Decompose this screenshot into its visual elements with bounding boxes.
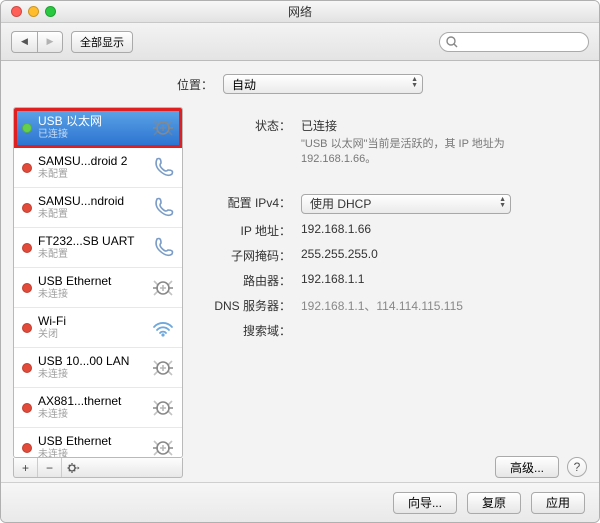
sidebar-item[interactable]: USB 10...00 LAN未连接 (14, 348, 182, 388)
dns-value: 192.168.1.1、114.114.115.115 (301, 297, 587, 314)
interface-status: 未连接 (38, 409, 144, 421)
phone-icon (150, 195, 176, 221)
interface-name: FT232...SB UART (38, 235, 144, 249)
status-dot-icon (22, 403, 32, 413)
search-domain-label: 搜索域： (201, 322, 301, 339)
ethernet-icon (150, 395, 176, 421)
back-button[interactable]: ◀ (11, 31, 37, 53)
action-menu-button[interactable] (62, 458, 86, 477)
status-dot-icon (22, 283, 32, 293)
status-dot-icon (22, 363, 32, 373)
interface-name: USB 以太网 (38, 115, 144, 129)
sidebar-item[interactable]: Wi-Fi关闭 (14, 308, 182, 348)
gear-icon (67, 462, 81, 474)
assist-label: 向导... (408, 494, 442, 511)
search-field[interactable] (439, 32, 589, 52)
advanced-label: 高级... (510, 459, 544, 476)
location-value: 自动 (232, 76, 256, 93)
ethernet-icon (150, 435, 176, 459)
show-all-label: 全部显示 (80, 34, 124, 50)
sidebar-item[interactable]: USB Ethernet未连接 (14, 428, 182, 458)
interface-status: 未配置 (38, 249, 144, 261)
sidebar-item[interactable]: FT232...SB UART未配置 (14, 228, 182, 268)
router-value: 192.168.1.1 (301, 272, 587, 286)
show-all-button[interactable]: 全部显示 (71, 31, 133, 53)
interface-status: 已连接 (38, 129, 144, 141)
router-label: 路由器： (201, 272, 301, 289)
sidebar-item[interactable]: SAMSU...droid 2未配置 (14, 148, 182, 188)
search-icon (445, 35, 459, 49)
titlebar: 网络 (1, 1, 599, 23)
sidebar-item[interactable]: USB Ethernet未连接 (14, 268, 182, 308)
ipv4-config-select[interactable]: 使用 DHCP ▲▼ (301, 194, 511, 214)
status-dot-icon (22, 323, 32, 333)
search-input[interactable] (439, 32, 589, 52)
updown-icon: ▲▼ (411, 77, 418, 89)
interface-status: 未配置 (38, 169, 144, 181)
interface-list[interactable]: USB 以太网已连接SAMSU...droid 2未配置SAMSU...ndro… (13, 107, 183, 458)
ethernet-icon (150, 115, 176, 141)
phone-icon (150, 155, 176, 181)
location-select[interactable]: 自动 ▲▼ (223, 74, 423, 94)
remove-interface-button[interactable]: − (38, 458, 62, 477)
status-dot-icon (22, 163, 32, 173)
add-interface-button[interactable]: + (14, 458, 38, 477)
ip-address-value: 192.168.1.66 (301, 222, 587, 236)
interface-name: USB 10...00 LAN (38, 355, 144, 369)
apply-label: 应用 (546, 494, 570, 511)
interface-name: USB Ethernet (38, 275, 144, 289)
assist-button[interactable]: 向导... (393, 492, 457, 514)
interface-name: AX881...thernet (38, 395, 144, 409)
sidebar-item[interactable]: AX881...thernet未连接 (14, 388, 182, 428)
detail-pane: 状态： 已连接 "USB 以太网"当前是活跃的，其 IP 地址为 192.168… (201, 107, 587, 478)
interface-name: SAMSU...droid 2 (38, 155, 144, 169)
sidebar-item[interactable]: SAMSU...ndroid未配置 (14, 188, 182, 228)
ethernet-icon (150, 355, 176, 381)
revert-button[interactable]: 复原 (467, 492, 521, 514)
footer: 向导... 复原 应用 (1, 482, 599, 522)
help-button[interactable]: ? (567, 457, 587, 477)
interface-status: 未连接 (38, 369, 144, 381)
advanced-button[interactable]: 高级... (495, 456, 559, 478)
interface-status: 未配置 (38, 209, 144, 221)
updown-icon: ▲▼ (499, 197, 506, 209)
status-dot-icon (22, 443, 32, 453)
subnet-mask-label: 子网掩码： (201, 247, 301, 264)
ipv4-config-label: 配置 IPv4： (201, 194, 301, 211)
sidebar-item[interactable]: USB 以太网已连接 (14, 108, 182, 148)
toolbar: ◀ ▶ 全部显示 (1, 23, 599, 61)
status-label: 状态： (201, 117, 301, 134)
interface-status: 关闭 (38, 329, 144, 341)
status-dot-icon (22, 203, 32, 213)
ip-address-label: IP 地址： (201, 222, 301, 239)
status-dot-icon (22, 243, 32, 253)
status-hint: "USB 以太网"当前是活跃的，其 IP 地址为 192.168.1.66。 (301, 137, 531, 168)
dns-label: DNS 服务器： (201, 297, 301, 314)
ethernet-icon (150, 275, 176, 301)
window-title: 网络 (1, 3, 599, 20)
subnet-mask-value: 255.255.255.0 (301, 247, 587, 261)
location-row: 位置： 自动 ▲▼ (13, 69, 587, 99)
location-label: 位置： (177, 76, 213, 93)
interface-status: 未连接 (38, 289, 144, 301)
list-tools: + − (13, 458, 183, 478)
forward-button[interactable]: ▶ (37, 31, 63, 53)
apply-button[interactable]: 应用 (531, 492, 585, 514)
interface-status: 未连接 (38, 449, 144, 458)
interface-name: USB Ethernet (38, 435, 144, 449)
wifi-icon (150, 315, 176, 341)
revert-label: 复原 (482, 494, 506, 511)
status-dot-icon (22, 123, 32, 133)
status-value: 已连接 (301, 117, 587, 134)
help-icon: ? (574, 460, 581, 474)
phone-icon (150, 235, 176, 261)
ipv4-config-value: 使用 DHCP (310, 195, 371, 212)
interface-name: Wi-Fi (38, 315, 144, 329)
interface-name: SAMSU...ndroid (38, 195, 144, 209)
